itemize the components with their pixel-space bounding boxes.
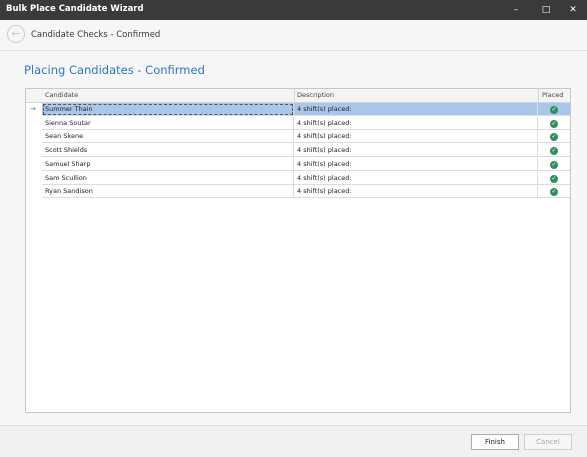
description-cell[interactable]: 4 shift(s) placed: (294, 130, 538, 144)
description-cell[interactable]: 4 shift(s) placed: (294, 116, 538, 130)
candidate-cell[interactable]: Sienna Soutar (42, 116, 294, 130)
table-row[interactable]: → Summer Thain 4 shift(s) placed: ✓ (26, 103, 570, 116)
candidate-cell[interactable]: Sean Skene (42, 130, 294, 144)
candidate-cell[interactable]: Ryan Sandison (42, 185, 294, 199)
description-cell[interactable]: 4 shift(s) placed: (294, 103, 538, 116)
check-circle-icon: ✓ (550, 119, 558, 128)
placed-cell[interactable]: ✓ (538, 185, 570, 199)
description-cell[interactable]: 4 shift(s) placed: (294, 157, 538, 171)
check-circle-icon: ✓ (550, 174, 558, 183)
table-row[interactable]: Samuel Sharp 4 shift(s) placed: ✓ (26, 157, 570, 171)
check-circle-icon: ✓ (550, 133, 558, 142)
placed-cell[interactable]: ✓ (538, 144, 570, 158)
wizard-window: Bulk Place Candidate Wizard – □ ✕ ← Cand… (0, 0, 587, 457)
step-title: Candidate Checks - Confirmed (31, 30, 161, 40)
check-circle-icon: ✓ (550, 160, 558, 169)
cancel-button[interactable]: Cancel (524, 434, 572, 450)
window-title: Bulk Place Candidate Wizard (6, 4, 144, 14)
check-circle-icon: ✓ (550, 147, 558, 156)
title-bar: Bulk Place Candidate Wizard – □ ✕ (0, 0, 587, 20)
candidate-cell[interactable]: Scott Shields (42, 144, 294, 158)
table-row[interactable]: Ryan Sandison 4 shift(s) placed: ✓ (26, 185, 570, 199)
candidate-cell[interactable]: Summer Thain (42, 103, 294, 116)
back-arrow-icon[interactable]: ← (7, 25, 25, 43)
placed-cell[interactable]: ✓ (538, 130, 570, 144)
description-cell[interactable]: 4 shift(s) placed: (294, 144, 538, 158)
grid-header: Candidate Description Placed (26, 89, 570, 103)
column-header-description[interactable]: Description (297, 89, 334, 102)
placed-cell[interactable]: ✓ (538, 158, 570, 171)
candidate-cell[interactable]: Sam Scullion (42, 171, 294, 185)
check-circle-icon: ✓ (550, 188, 558, 197)
placed-cell[interactable]: ✓ (538, 172, 570, 185)
wizard-footer: Finish Cancel (0, 425, 587, 457)
table-row[interactable]: Sam Scullion 4 shift(s) placed: ✓ (26, 171, 570, 185)
row-indicator-icon: → (30, 105, 36, 113)
description-cell[interactable]: 4 shift(s) placed: (294, 171, 538, 185)
table-row[interactable]: Sienna Soutar 4 shift(s) placed: ✓ (26, 116, 570, 130)
column-header-placed[interactable]: Placed (542, 89, 563, 102)
finish-button[interactable]: Finish (471, 434, 519, 450)
table-row[interactable]: Sean Skene 4 shift(s) placed: ✓ (26, 130, 570, 144)
minimize-icon[interactable]: – (507, 2, 525, 18)
placed-cell[interactable]: ✓ (538, 103, 570, 116)
maximize-icon[interactable]: □ (537, 2, 555, 18)
wizard-header: ← Candidate Checks - Confirmed (0, 20, 587, 51)
candidate-cell[interactable]: Samuel Sharp (42, 157, 294, 171)
candidates-grid: Candidate Description Placed → Summer Tha… (25, 88, 571, 413)
description-cell[interactable]: 4 shift(s) placed: (294, 185, 538, 199)
placed-cell[interactable]: ✓ (538, 117, 570, 130)
check-circle-icon: ✓ (550, 106, 558, 114)
close-icon[interactable]: ✕ (564, 2, 582, 18)
page-title: Placing Candidates - Confirmed (24, 63, 205, 77)
table-row[interactable]: Scott Shields 4 shift(s) placed: ✓ (26, 144, 570, 158)
column-header-candidate[interactable]: Candidate (45, 89, 78, 102)
